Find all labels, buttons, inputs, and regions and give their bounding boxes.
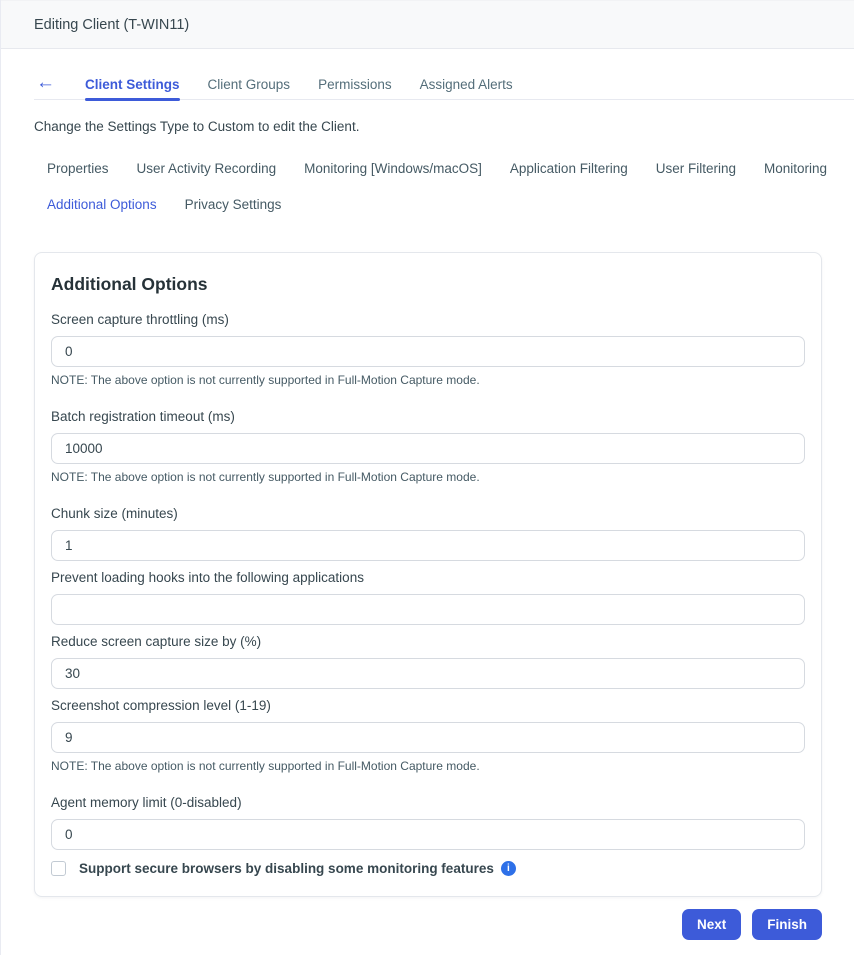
subtab-row-2: Additional Options Privacy Settings — [47, 197, 854, 212]
field-label: Screenshot compression level (1-19) — [51, 698, 271, 713]
field-label: Agent memory limit (0-disabled) — [51, 795, 242, 810]
screen-capture-throttling-input[interactable] — [51, 336, 805, 367]
tab-assigned-alerts[interactable]: Assigned Alerts — [420, 69, 513, 99]
field-batch-registration-timeout: Batch registration timeout (ms) NOTE: Th… — [51, 409, 805, 484]
secure-browsers-checkbox[interactable] — [51, 861, 66, 876]
field-label: Reduce screen capture size by (%) — [51, 634, 262, 649]
subtab-user-filtering[interactable]: User Filtering — [656, 161, 736, 176]
chunk-size-input[interactable] — [51, 530, 805, 561]
settings-subtab-bar: Properties User Activity Recording Monit… — [47, 161, 854, 212]
subtab-monitoring-windows-macos[interactable]: Monitoring [Windows/macOS] — [304, 161, 482, 176]
top-tab-bar: ← Client Settings Client Groups Permissi… — [34, 69, 854, 101]
field-note: NOTE: The above option is not currently … — [51, 373, 480, 387]
field-screenshot-compression-level: Screenshot compression level (1-19) NOTE… — [51, 698, 805, 773]
card-title: Additional Options — [51, 274, 208, 294]
agent-memory-limit-input[interactable] — [51, 819, 805, 850]
additional-options-card: Additional Options Screen capture thrott… — [34, 252, 822, 897]
field-note: NOTE: The above option is not currently … — [51, 470, 480, 484]
field-label: Prevent loading hooks into the following… — [51, 570, 364, 585]
dialog-title: Editing Client (T-WIN11) — [34, 16, 190, 33]
field-screen-capture-throttling: Screen capture throttling (ms) NOTE: The… — [51, 312, 805, 387]
subtab-application-filtering[interactable]: Application Filtering — [510, 161, 628, 176]
field-prevent-loading-hooks: Prevent loading hooks into the following… — [51, 570, 805, 625]
tab-permissions[interactable]: Permissions — [318, 69, 392, 99]
field-chunk-size: Chunk size (minutes) — [51, 506, 805, 561]
dialog-header: Editing Client (T-WIN11) — [1, 0, 854, 49]
batch-registration-timeout-input[interactable] — [51, 433, 805, 464]
reduce-screen-capture-size-input[interactable] — [51, 658, 805, 689]
tab-client-settings[interactable]: Client Settings — [85, 69, 180, 101]
subtab-user-activity-recording[interactable]: User Activity Recording — [137, 161, 277, 176]
subtab-additional-options[interactable]: Additional Options — [47, 197, 157, 212]
field-label: Batch registration timeout (ms) — [51, 409, 235, 424]
footer-actions: Next Finish — [34, 909, 822, 940]
next-button[interactable]: Next — [681, 909, 742, 940]
subtab-monitoring-truncated[interactable]: Monitoring — [764, 161, 827, 176]
prevent-loading-hooks-input[interactable] — [51, 594, 805, 625]
back-arrow-icon[interactable]: ← — [34, 73, 57, 95]
screenshot-compression-level-input[interactable] — [51, 722, 805, 753]
finish-button[interactable]: Finish — [752, 909, 822, 940]
field-reduce-screen-capture-size: Reduce screen capture size by (%) — [51, 634, 805, 689]
subtab-privacy-settings[interactable]: Privacy Settings — [185, 197, 282, 212]
settings-type-hint: Change the Settings Type to Custom to ed… — [34, 119, 360, 134]
tab-client-groups[interactable]: Client Groups — [208, 69, 291, 99]
subtab-properties[interactable]: Properties — [47, 161, 109, 176]
subtab-row-1: Properties User Activity Recording Monit… — [47, 161, 854, 176]
field-label: Screen capture throttling (ms) — [51, 312, 229, 327]
secure-browsers-checkbox-label: Support secure browsers by disabling som… — [79, 861, 494, 876]
info-icon[interactable]: i — [500, 861, 516, 876]
secure-browsers-checkbox-row: Support secure browsers by disabling som… — [51, 861, 805, 878]
field-label: Chunk size (minutes) — [51, 506, 178, 521]
field-agent-memory-limit: Agent memory limit (0-disabled) — [51, 795, 805, 850]
field-note: NOTE: The above option is not currently … — [51, 759, 480, 773]
